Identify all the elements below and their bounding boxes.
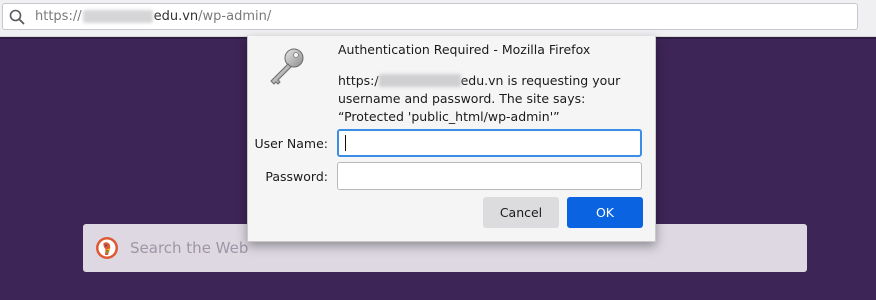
- password-label: Password:: [265, 169, 328, 184]
- dialog-title: Authentication Required - Mozilla Firefo…: [338, 42, 591, 57]
- duckduckgo-icon: [96, 237, 118, 259]
- dialog-message: https:/edu.vn is requesting your usernam…: [338, 72, 638, 126]
- url-host: edu.vn: [153, 9, 199, 24]
- redacted-host: [82, 10, 153, 23]
- web-search-placeholder: Search the Web: [130, 239, 249, 257]
- authentication-dialog: Authentication Required - Mozilla Firefo…: [247, 36, 656, 242]
- url-text[interactable]: https:// edu.vn /wp-admin/: [35, 9, 271, 24]
- key-icon: [270, 48, 304, 85]
- password-input[interactable]: [337, 162, 642, 190]
- redacted-domain: [378, 74, 461, 87]
- search-icon: [9, 9, 25, 25]
- ok-button[interactable]: OK: [567, 197, 643, 228]
- url-path: /wp-admin/: [198, 9, 272, 24]
- cancel-button[interactable]: Cancel: [483, 197, 559, 228]
- username-input[interactable]: [337, 129, 642, 157]
- browser-toolbar: https:// edu.vn /wp-admin/: [0, 0, 876, 37]
- url-scheme: https://: [35, 9, 82, 24]
- text-cursor: [345, 135, 346, 151]
- url-bar[interactable]: https:// edu.vn /wp-admin/: [2, 3, 858, 30]
- username-label: User Name:: [254, 136, 328, 151]
- message-prefix: https:/: [338, 73, 379, 88]
